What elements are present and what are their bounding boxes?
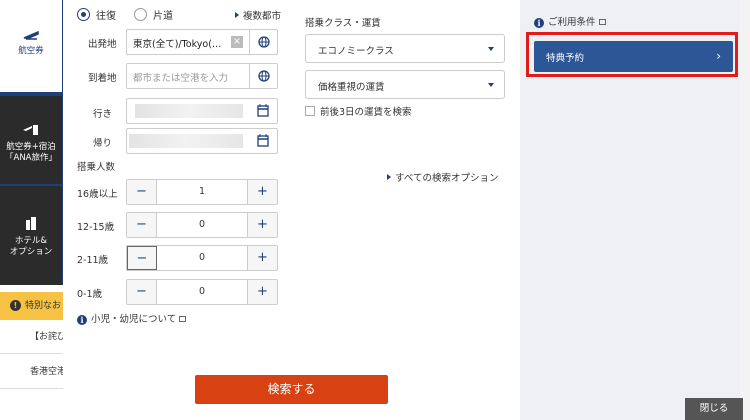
- return-label: 帰り: [93, 138, 113, 149]
- info-icon: i: [77, 315, 87, 325]
- quantity-stepper: − 0 +: [126, 212, 278, 238]
- increment-button[interactable]: +: [247, 180, 277, 204]
- to-label: 到着地: [88, 73, 117, 84]
- triangle-icon: [235, 12, 239, 18]
- return-date-field[interactable]: [126, 128, 278, 154]
- conditions-link[interactable]: i ご利用条件: [534, 14, 606, 28]
- depart-date-field[interactable]: [126, 98, 278, 124]
- product-nav: 航空券 航空券+宿泊 「ANA旅作」 ホテル& オプション: [0, 0, 62, 285]
- decrement-button[interactable]: −: [127, 246, 157, 270]
- side-panel: i ご利用条件 特典予約 ›: [520, 0, 740, 420]
- decrement-button[interactable]: −: [127, 180, 157, 204]
- from-field[interactable]: 東京(全て)/Tokyo(… ×: [126, 29, 278, 55]
- one-way-radio[interactable]: [134, 7, 147, 21]
- redacted-date: [135, 104, 243, 118]
- decrement-button[interactable]: −: [127, 213, 157, 237]
- nav-item-flights[interactable]: 航空券: [0, 0, 62, 92]
- plane-hotel-icon: [23, 125, 38, 135]
- pax-label: 2-11歳: [77, 255, 109, 266]
- pax-count: 0: [198, 219, 206, 230]
- cabin-select[interactable]: エコノミークラス: [305, 34, 505, 63]
- trip-type-group: 往復 片道: [77, 6, 191, 22]
- background-row: 【お詫び: [0, 320, 70, 354]
- pax-label: 0-1歳: [77, 289, 103, 300]
- background-notice: ! 特別なお: [0, 292, 70, 320]
- nav-item-hotel-options[interactable]: ホテル& オプション: [0, 186, 62, 285]
- all-options-link[interactable]: すべての検索オプション: [387, 170, 498, 184]
- search-button[interactable]: 検索する: [195, 375, 388, 404]
- flex-dates-checkbox[interactable]: 前後3日の運賃を検索: [305, 104, 412, 118]
- from-label: 出発地: [88, 39, 117, 50]
- passengers-title: 搭乗人数: [77, 162, 116, 173]
- search-panel: 往復 片道 複数都市 出発地 東京(全て)/Tokyo(… × 到着地 都市また…: [63, 0, 520, 420]
- quantity-stepper: − 1 +: [126, 179, 278, 205]
- quantity-stepper: − 0 +: [126, 245, 278, 271]
- increment-button[interactable]: +: [247, 213, 277, 237]
- increment-button[interactable]: +: [247, 280, 277, 304]
- calendar-icon[interactable]: [249, 99, 277, 123]
- nav-item-flight-hotel[interactable]: 航空券+宿泊 「ANA旅作」: [0, 96, 62, 184]
- award-booking-button[interactable]: 特典予約 ›: [534, 41, 733, 72]
- checkbox[interactable]: [305, 106, 315, 116]
- globe-icon[interactable]: [249, 64, 277, 88]
- child-info-link[interactable]: i 小児・幼児について: [77, 311, 187, 325]
- round-trip-radio[interactable]: [77, 7, 90, 21]
- multi-city-link[interactable]: 複数都市: [235, 8, 281, 22]
- background-strip: [740, 0, 750, 420]
- class-title: 搭乗クラス・運賃: [305, 18, 381, 29]
- globe-icon[interactable]: [249, 30, 277, 54]
- caret-down-icon: [488, 47, 494, 51]
- depart-label: 行き: [93, 109, 113, 120]
- external-link-icon: [179, 316, 187, 322]
- info-icon: i: [534, 18, 544, 28]
- calendar-icon[interactable]: [249, 129, 277, 153]
- building-icon: [26, 217, 36, 230]
- quantity-stepper: − 0 +: [126, 279, 278, 305]
- caret-down-icon: [488, 83, 494, 87]
- increment-button[interactable]: +: [247, 246, 277, 270]
- clear-icon[interactable]: ×: [231, 36, 243, 48]
- to-field[interactable]: 都市または空港を入力: [126, 63, 278, 89]
- pax-count: 0: [198, 286, 206, 297]
- chevron-right-icon: ›: [716, 49, 721, 63]
- plane-icon: [23, 30, 39, 40]
- pax-label: 16歳以上: [77, 189, 118, 200]
- pax-label: 12-15歳: [77, 222, 115, 233]
- redacted-date: [129, 134, 243, 148]
- warning-icon: !: [10, 300, 21, 311]
- close-button[interactable]: 閉じる: [685, 398, 743, 420]
- triangle-icon: [387, 174, 391, 180]
- pax-count: 0: [198, 252, 206, 263]
- external-link-icon: [598, 19, 606, 25]
- fare-select[interactable]: 価格重視の運賃: [305, 70, 505, 99]
- pax-count: 1: [198, 186, 206, 197]
- background-row: 香港空港: [0, 355, 70, 389]
- decrement-button[interactable]: −: [127, 280, 157, 304]
